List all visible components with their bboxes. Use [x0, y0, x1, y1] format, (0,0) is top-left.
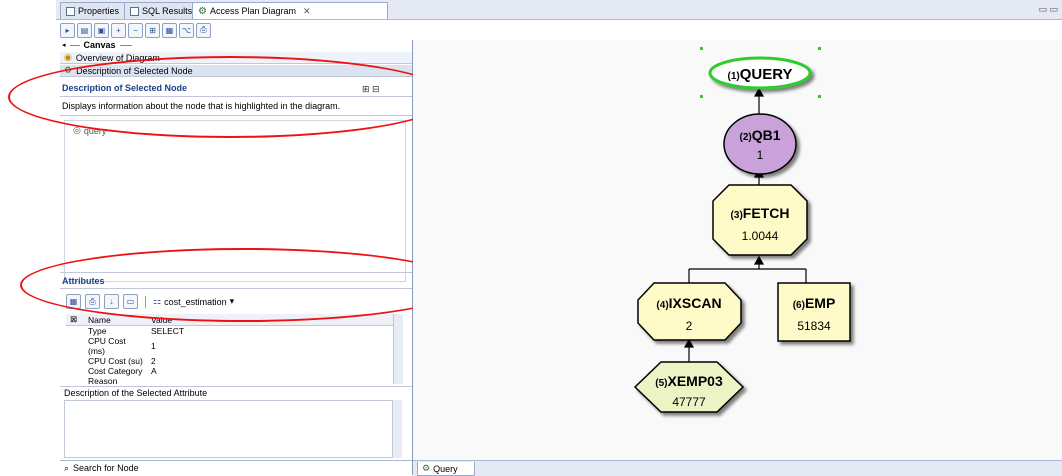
divider [60, 386, 412, 387]
table-row[interactable]: Reason [66, 376, 396, 386]
node-name: IXSCAN [669, 295, 722, 311]
tab-access-plan-diagram[interactable]: ⚙ Access Plan Diagram ✕ [192, 2, 388, 19]
overview-icon: ◉ [64, 52, 72, 62]
node-name: XEMP03 [667, 373, 722, 389]
diagram-bottom-tabs: ⚙ Query [413, 460, 1062, 476]
description-scrollbar[interactable] [392, 400, 402, 458]
close-icon[interactable]: ✕ [303, 6, 311, 17]
node-number: (2) [739, 132, 751, 143]
tab-label: SQL Results [142, 6, 193, 16]
tab-query[interactable]: ⚙ Query [417, 462, 475, 476]
table-row[interactable]: CPU Cost (su) 2 [66, 356, 396, 366]
node-value: 47777 [672, 395, 706, 409]
access-plan-diagram: (1)QUERY (2)QB1 1 (3)FETCH 1.0044 (4)IXS… [413, 40, 1062, 460]
canvas-label: Canvas [83, 40, 116, 50]
zoom-in-icon[interactable]: + [111, 22, 126, 38]
node-name: QUERY [740, 66, 793, 83]
canvas-header: ◂ Canvas [62, 40, 407, 50]
tab-label: Properties [78, 6, 120, 16]
layout-icon[interactable]: ⊞ [145, 22, 160, 38]
node-value: 2 [686, 319, 693, 333]
properties-icon [66, 6, 75, 16]
export-icon[interactable]: ▤ [77, 22, 92, 38]
search-for-node[interactable]: ⌕ Search for Node [60, 460, 412, 475]
attributes-scrollbar[interactable] [393, 314, 403, 384]
fit-icon[interactable]: ▣ [94, 22, 109, 38]
node-number: (4) [656, 300, 668, 311]
annotation-ellipse [8, 56, 452, 138]
print-icon[interactable]: ⎙ [196, 22, 211, 38]
grid-icon[interactable]: ▦ [162, 22, 177, 38]
minimize-maximize-icon[interactable]: ▭ ▭ [1038, 4, 1058, 15]
search-label: Search for Node [73, 463, 139, 473]
diagram-svg: (1)QUERY (2)QB1 1 (3)FETCH 1.0044 (4)IXS… [633, 47, 851, 413]
table-row[interactable]: CPU Cost (ms) 1 [66, 336, 396, 356]
tab-label: Access Plan Diagram [209, 6, 297, 16]
open-icon[interactable]: ▸ [60, 22, 75, 38]
selected-attribute-text[interactable] [64, 400, 402, 458]
node-number: (6) [793, 300, 805, 311]
node-value: 51834 [797, 319, 831, 333]
attributes-table: ⊠ Name Value Type SELECT CPU Cost (ms) 1 C… [66, 314, 396, 386]
diagram-icon: ⚙ [198, 5, 207, 17]
node-name: QB1 [752, 127, 781, 143]
node-number: (5) [655, 378, 667, 389]
tree-icon[interactable]: ⌥ [179, 22, 194, 38]
node-name: FETCH [743, 205, 790, 221]
annotation-ellipse [20, 248, 466, 322]
table-row[interactable]: Cost Category A [66, 366, 396, 376]
node-number: (1) [727, 71, 739, 82]
node-qb1[interactable] [723, 113, 797, 175]
tab-sql-results[interactable]: SQL Results [124, 2, 199, 19]
tab-label: Query [433, 463, 458, 474]
query-icon: ⚙ [422, 463, 431, 473]
tab-properties[interactable]: Properties [60, 2, 126, 19]
node-value: 1 [757, 148, 764, 162]
diagram-toolbar: ▸ ▤ ▣ + − ⊞ ▦ ⌥ ⎙ [60, 20, 420, 40]
node-name: EMP [805, 295, 835, 311]
editor-tab-bar: Properties SQL Results ⚙ Access Plan Dia… [56, 0, 1062, 20]
arrow-left-icon[interactable]: ◂ [62, 41, 66, 49]
node-number: (3) [731, 210, 743, 221]
table-icon [130, 6, 139, 16]
search-icon: ⌕ [64, 462, 70, 473]
selected-attribute-title: Description of the Selected Attribute [64, 388, 208, 398]
header-icon: ⊠ [66, 314, 84, 326]
table-row[interactable]: Type SELECT [66, 326, 396, 336]
node-value: 1.0044 [742, 229, 779, 243]
zoom-out-icon[interactable]: − [128, 22, 143, 38]
